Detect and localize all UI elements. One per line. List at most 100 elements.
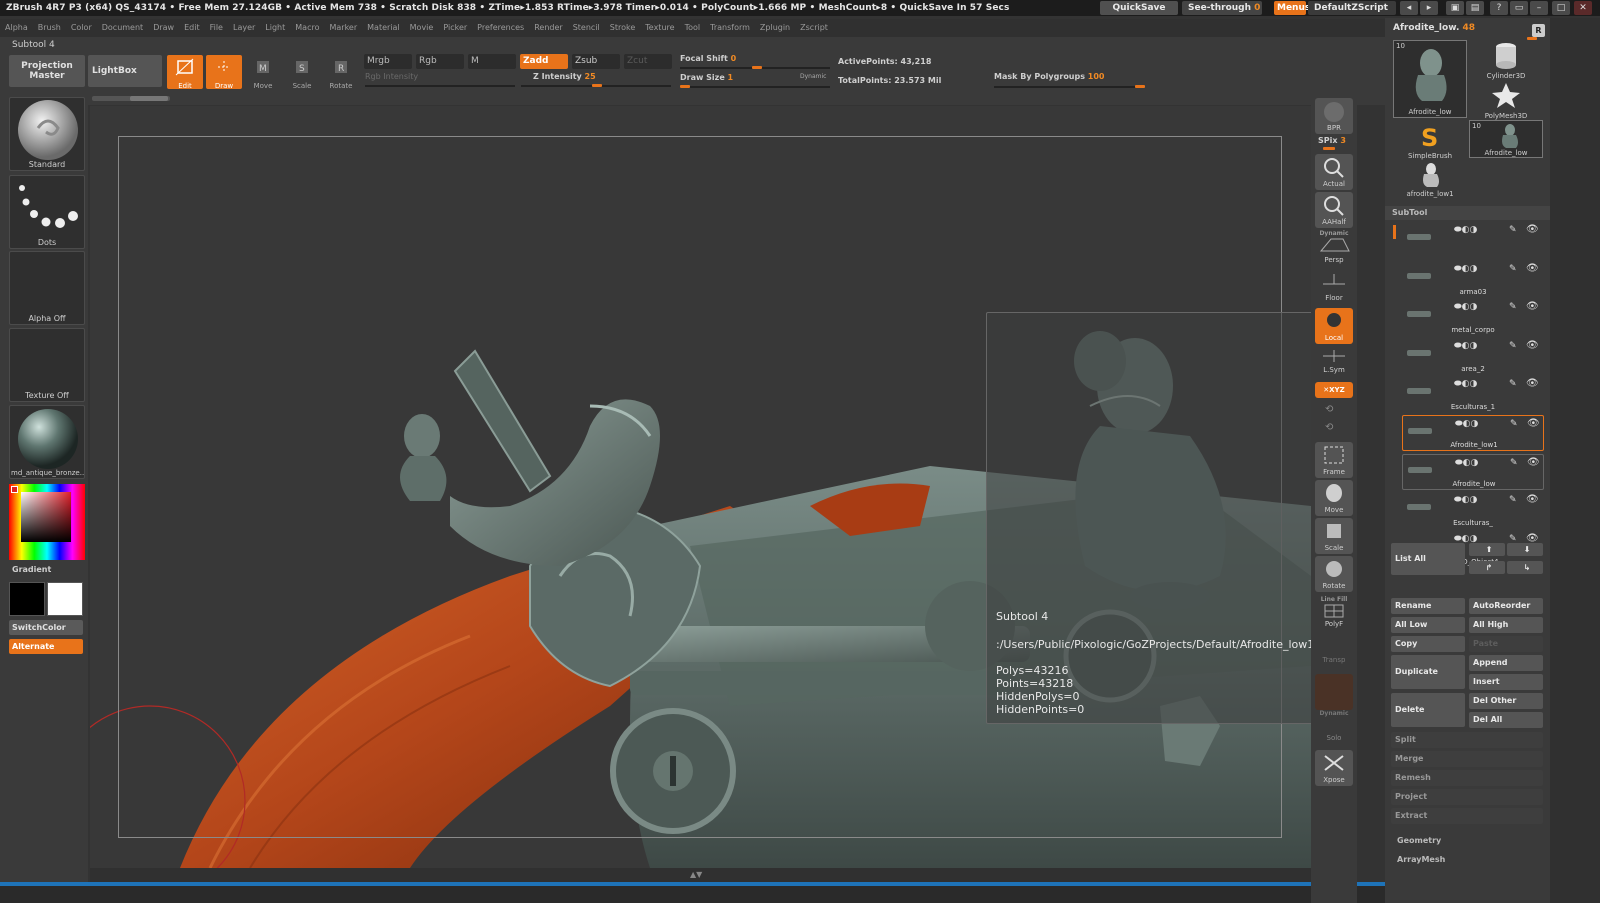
solo-button[interactable]: Dynamic Solo bbox=[1315, 710, 1353, 744]
rotate-view-button[interactable]: Rotate bbox=[1315, 556, 1353, 592]
move-button[interactable]: M Move bbox=[245, 55, 281, 90]
subtool-row[interactable]: ⬬◐◑ ✎ 👁 bbox=[1402, 222, 1544, 258]
brush-icon[interactable]: ✎ bbox=[1509, 264, 1517, 274]
menu-file[interactable]: File bbox=[205, 19, 228, 37]
layout-right-icon[interactable]: ▸ bbox=[1420, 1, 1438, 15]
help-icon[interactable]: ? bbox=[1490, 1, 1508, 15]
mask-polygroups-track[interactable] bbox=[994, 86, 1144, 88]
eye-icon[interactable]: 👁 bbox=[1527, 457, 1540, 468]
color-picker[interactable] bbox=[9, 484, 85, 560]
subtool-row[interactable]: ⬬◐◑ ✎ 👁 metal_corpo bbox=[1402, 299, 1544, 335]
see-through-slider[interactable]: See-through 0 bbox=[1182, 1, 1262, 15]
layout2-icon[interactable]: ▤ bbox=[1466, 1, 1484, 15]
menu-movie[interactable]: Movie bbox=[405, 19, 439, 37]
scale-view-button[interactable]: Scale bbox=[1315, 518, 1353, 554]
shelf-scroll-thumb[interactable] bbox=[130, 96, 168, 101]
color-saturation-square[interactable] bbox=[21, 492, 71, 542]
brush-icon[interactable]: ✎ bbox=[1510, 458, 1518, 468]
rgb-button[interactable]: Rgb bbox=[416, 54, 464, 69]
turn-up-button[interactable]: ↱ bbox=[1469, 561, 1505, 574]
menu-layer[interactable]: Layer bbox=[228, 19, 260, 37]
append-button[interactable]: Append bbox=[1469, 655, 1543, 671]
subtool-row[interactable]: ⬬◐◑ ✎ 👁 Esculturas_1 bbox=[1402, 376, 1544, 412]
subtool-row[interactable]: ⬬◐◑ ✎ 👁 arma03 bbox=[1402, 261, 1544, 297]
remesh-section[interactable]: Remesh bbox=[1391, 770, 1543, 786]
minimize-icon[interactable]: – bbox=[1530, 1, 1548, 15]
move-view-button[interactable]: Move bbox=[1315, 480, 1353, 516]
brush-icon[interactable]: ✎ bbox=[1510, 419, 1518, 429]
draw-size-track[interactable] bbox=[680, 86, 830, 88]
floor-button[interactable]: Floor bbox=[1315, 268, 1353, 304]
autoreorder-button[interactable]: AutoReorder bbox=[1469, 598, 1543, 614]
eye-icon[interactable]: 👁 bbox=[1526, 263, 1539, 274]
arraymesh-section[interactable]: ArrayMesh bbox=[1397, 855, 1445, 864]
menu-brush[interactable]: Brush bbox=[33, 19, 66, 37]
texture-tile[interactable]: Texture Off bbox=[9, 328, 85, 402]
project-section[interactable]: Project bbox=[1391, 789, 1543, 805]
copy-button[interactable]: Copy bbox=[1391, 636, 1465, 652]
draw-button[interactable]: Draw bbox=[206, 55, 242, 90]
menu-light[interactable]: Light bbox=[260, 19, 290, 37]
menu-marker[interactable]: Marker bbox=[324, 19, 362, 37]
move-up-button[interactable]: ⬆ bbox=[1469, 543, 1505, 556]
bottom-tray-arrow-icon[interactable]: ▲▼ bbox=[690, 870, 702, 879]
default-zscript-button[interactable]: DefaultZScript bbox=[1308, 1, 1396, 15]
toggle-icon[interactable]: ⬬◐◑ bbox=[1454, 379, 1477, 389]
insert-button[interactable]: Insert bbox=[1469, 674, 1543, 690]
gradient-label[interactable]: Gradient bbox=[12, 565, 51, 574]
duplicate-button[interactable]: Duplicate bbox=[1391, 655, 1465, 689]
subtool-row[interactable]: ⬬◐◑ ✎ 👁 area_2 bbox=[1402, 338, 1544, 374]
xyz-button[interactable]: ✕XYZ bbox=[1315, 382, 1353, 398]
color-cursor[interactable] bbox=[11, 486, 18, 493]
actual-button[interactable]: Actual bbox=[1315, 154, 1353, 190]
thumb-simplebrush[interactable]: S SimpleBrush bbox=[1393, 120, 1467, 160]
rotate-z-icon[interactable]: ⟲ bbox=[1325, 422, 1333, 433]
thumb-afrodite-low-2[interactable]: 10 Afrodite_low bbox=[1469, 120, 1543, 158]
lightbox-button[interactable]: LightBox bbox=[88, 55, 162, 87]
rename-button[interactable]: Rename bbox=[1391, 598, 1465, 614]
shelf-scrollbar[interactable] bbox=[92, 96, 170, 101]
brush-tile[interactable]: Standard bbox=[9, 97, 85, 171]
brush-icon[interactable]: ✎ bbox=[1509, 341, 1517, 351]
zcut-button[interactable]: Zcut bbox=[624, 54, 672, 69]
menu-texture[interactable]: Texture bbox=[640, 19, 679, 37]
extract-section[interactable]: Extract bbox=[1391, 808, 1543, 824]
tool-name-slider[interactable]: Afrodite_low. 48 bbox=[1393, 23, 1475, 33]
menu-document[interactable]: Document bbox=[97, 19, 148, 37]
focal-shift-control[interactable]: Focal Shift 0 bbox=[680, 54, 736, 63]
close-icon[interactable]: ✕ bbox=[1574, 1, 1592, 15]
paste-button[interactable]: Paste bbox=[1469, 636, 1543, 652]
spix-knob[interactable] bbox=[1323, 147, 1335, 150]
persp-button[interactable]: Dynamic Persp bbox=[1315, 230, 1353, 266]
secondary-color-swatch[interactable] bbox=[9, 582, 45, 616]
menu-picker[interactable]: Picker bbox=[438, 19, 472, 37]
m-button[interactable]: M bbox=[468, 54, 516, 69]
menu-alpha[interactable]: Alpha bbox=[0, 19, 33, 37]
merge-section[interactable]: Merge bbox=[1391, 751, 1543, 767]
move-down-button[interactable]: ⬇ bbox=[1507, 543, 1543, 556]
ghost-button[interactable] bbox=[1315, 674, 1353, 710]
aahalf-button[interactable]: AAHalf bbox=[1315, 192, 1353, 228]
canvas-viewport[interactable]: Subtool 4 :/Users/Public/Pixologic/GoZPr… bbox=[90, 106, 1311, 868]
r-button[interactable]: R bbox=[1532, 24, 1545, 37]
projection-master-button[interactable]: Projection Master bbox=[9, 55, 85, 87]
brush-icon[interactable]: ✎ bbox=[1509, 302, 1517, 312]
eye-icon[interactable]: 👁 bbox=[1526, 340, 1539, 351]
menu-color[interactable]: Color bbox=[66, 19, 97, 37]
turn-down-button[interactable]: ↳ bbox=[1507, 561, 1543, 574]
geometry-section[interactable]: Geometry bbox=[1397, 836, 1441, 845]
brush-icon[interactable]: ✎ bbox=[1509, 225, 1517, 235]
quicksave-button[interactable]: QuickSave bbox=[1100, 1, 1178, 15]
subtool-header[interactable]: SubTool bbox=[1385, 206, 1550, 220]
thumb-afrodite-low[interactable]: 10 Afrodite_low bbox=[1393, 40, 1467, 118]
maximize-icon[interactable]: □ bbox=[1552, 1, 1570, 15]
all-high-button[interactable]: All High bbox=[1469, 617, 1543, 633]
draw-size-knob[interactable] bbox=[680, 85, 690, 88]
toggle-icon[interactable]: ⬬◐◑ bbox=[1454, 302, 1477, 312]
eye-icon[interactable]: 👁 bbox=[1527, 418, 1540, 429]
del-other-button[interactable]: Del Other bbox=[1469, 693, 1543, 709]
subtool-row[interactable]: ⬬◐◑ ✎ 👁 Afrodite_low bbox=[1402, 453, 1544, 490]
alternate-button[interactable]: Alternate bbox=[9, 639, 83, 654]
menu-material[interactable]: Material bbox=[362, 19, 405, 37]
brush-icon[interactable]: ✎ bbox=[1509, 379, 1517, 389]
